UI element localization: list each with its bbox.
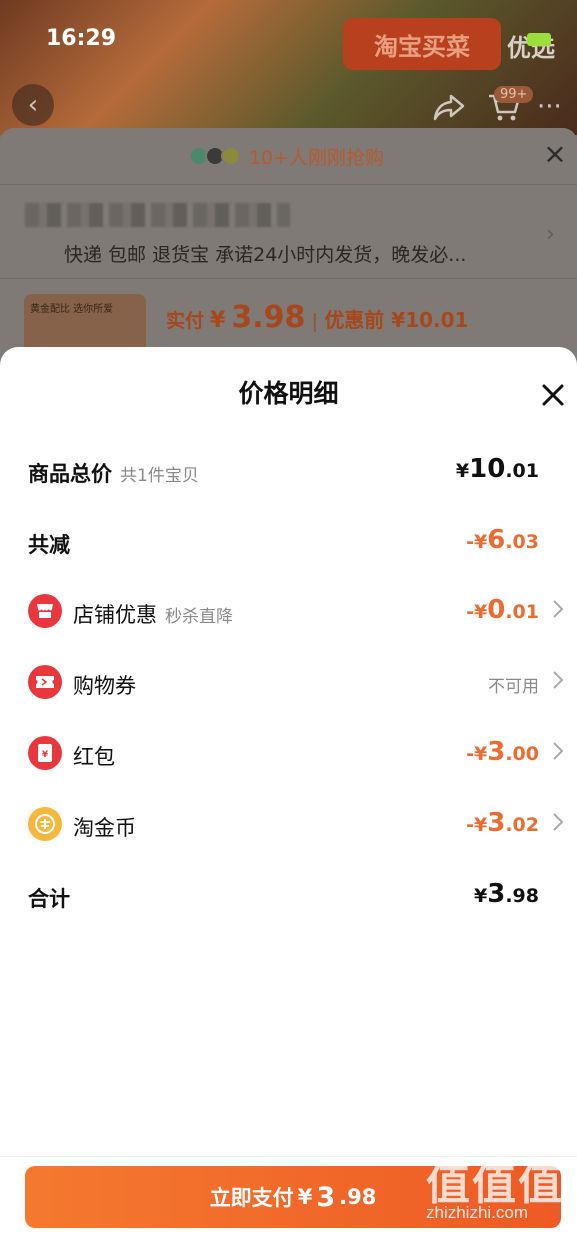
chevron-right-icon: › xyxy=(546,222,555,247)
row-shopping-coupon[interactable]: 购物券 不可用 xyxy=(0,658,577,708)
taojinbi-amount: -¥ 3.02 xyxy=(466,808,539,838)
row-label: 商品总价 共1件宝贝 xyxy=(28,458,199,488)
more-icon[interactable]: ··· xyxy=(537,92,562,122)
shopping-coupon-label: 购物券 xyxy=(73,674,136,698)
shop-icon xyxy=(28,594,62,628)
sheet-title: 价格明细 xyxy=(238,379,339,408)
goods-total-amount: ¥10.01 xyxy=(456,454,539,484)
row-label: 店铺优惠 秒杀直降 xyxy=(73,599,233,629)
amount-int: 6 xyxy=(487,525,506,555)
battery-icon xyxy=(527,33,551,46)
row-shop-discount[interactable]: 店铺优惠 秒杀直降 -¥ 0.01 xyxy=(0,587,577,637)
amount-int: 3 xyxy=(487,879,506,909)
amount-dec: .01 xyxy=(505,601,539,623)
svg-text:¥: ¥ xyxy=(42,750,49,760)
price-currency: ¥ xyxy=(210,308,226,333)
shop-discount-label: 店铺优惠 xyxy=(73,603,157,627)
amount-int: 3 xyxy=(487,737,506,767)
row-total-reduction: 共减 -¥ 6.03 xyxy=(0,517,577,567)
shop-discount-amount: -¥ 0.01 xyxy=(466,595,539,625)
taojinbi-coin-icon xyxy=(28,807,62,841)
chevron-right-icon xyxy=(553,813,564,831)
amount-int: 3 xyxy=(316,1181,336,1213)
divider xyxy=(0,1156,577,1157)
amount-dec: .98 xyxy=(505,885,539,907)
total-reduction-amount: -¥ 6.03 xyxy=(466,525,539,555)
amount-dec: .03 xyxy=(505,531,539,553)
cart-count-badge: 99+ xyxy=(494,86,534,103)
banner-close-icon[interactable]: × xyxy=(541,140,569,168)
share-icon[interactable] xyxy=(432,92,466,122)
price-label: 实付 xyxy=(166,310,205,332)
amount-int: 0 xyxy=(487,595,506,625)
amount-dec: .98 xyxy=(339,1185,377,1209)
currency: ¥ xyxy=(474,885,488,907)
row-sum: 合计 ¥3.98 xyxy=(0,871,577,921)
total-reduction-label: 共减 xyxy=(28,533,70,557)
shipping-info[interactable]: 快递 包邮 退货宝 承诺24小时内发货，晚发必... xyxy=(64,240,466,267)
currency: ¥ xyxy=(455,460,470,482)
sum-label: 合计 xyxy=(28,887,70,911)
currency: ¥ xyxy=(297,1185,313,1209)
currency: -¥ xyxy=(466,601,488,623)
divider xyxy=(0,184,577,185)
shop-discount-sub: 秒杀直降 xyxy=(165,607,233,627)
recent-buyers-text: 10+人刚刚抢购 xyxy=(248,146,385,169)
pay-button-label: 立即支付 xyxy=(209,1186,294,1210)
goods-count: 共1件宝贝 xyxy=(120,466,199,486)
coupon-status: 不可用 xyxy=(488,677,539,697)
coupon-icon xyxy=(28,665,62,699)
amount-dec: .02 xyxy=(505,814,539,836)
status-time: 16:29 xyxy=(46,26,117,51)
thumbnail-label: 黄金配比 选你所爱 xyxy=(30,304,114,315)
row-red-packet[interactable]: ¥ 红包 -¥ 3.00 xyxy=(0,729,577,779)
taojinbi-label: 淘金币 xyxy=(73,816,136,840)
goods-total-label: 商品总价 xyxy=(28,462,112,486)
price-value: 3.98 xyxy=(231,300,306,335)
divider xyxy=(0,278,577,279)
row-taojinbi[interactable]: 淘金币 -¥ 3.02 xyxy=(0,800,577,850)
chevron-right-icon xyxy=(553,742,564,760)
price-before-discount: 优惠前 ¥10.01 xyxy=(324,308,469,332)
currency: -¥ xyxy=(466,531,488,553)
row-goods-total: 商品总价 共1件宝贝 ¥10.01 xyxy=(0,446,577,496)
amount-int: 10 xyxy=(469,454,506,484)
red-packet-label: 红包 xyxy=(73,745,115,769)
chevron-right-icon xyxy=(553,600,564,618)
chevron-right-icon xyxy=(553,671,564,689)
blurred-address xyxy=(25,203,290,227)
avatar xyxy=(220,146,241,166)
red-packet-icon: ¥ xyxy=(28,736,62,770)
amount-dec: .01 xyxy=(505,460,539,482)
currency: -¥ xyxy=(466,743,488,765)
sum-amount: ¥3.98 xyxy=(474,879,539,909)
recent-buyers-banner: 10+人刚刚抢购 xyxy=(0,128,577,184)
close-icon[interactable] xyxy=(539,381,567,409)
amount-dec: .00 xyxy=(505,743,539,765)
amount-int: 3 xyxy=(487,808,506,838)
hero-badge: 淘宝买菜 xyxy=(343,18,501,70)
pay-now-button[interactable]: 立即支付 ¥3.98 xyxy=(25,1166,561,1228)
red-packet-amount: -¥ 3.00 xyxy=(466,737,539,767)
currency: -¥ xyxy=(466,814,488,836)
price-summary: 实付 ¥ 3.98 | 优惠前 ¥10.01 xyxy=(166,300,468,335)
price-separator: | xyxy=(311,310,319,332)
back-button[interactable]: ‹ xyxy=(12,84,54,126)
buyer-avatars xyxy=(188,146,241,166)
